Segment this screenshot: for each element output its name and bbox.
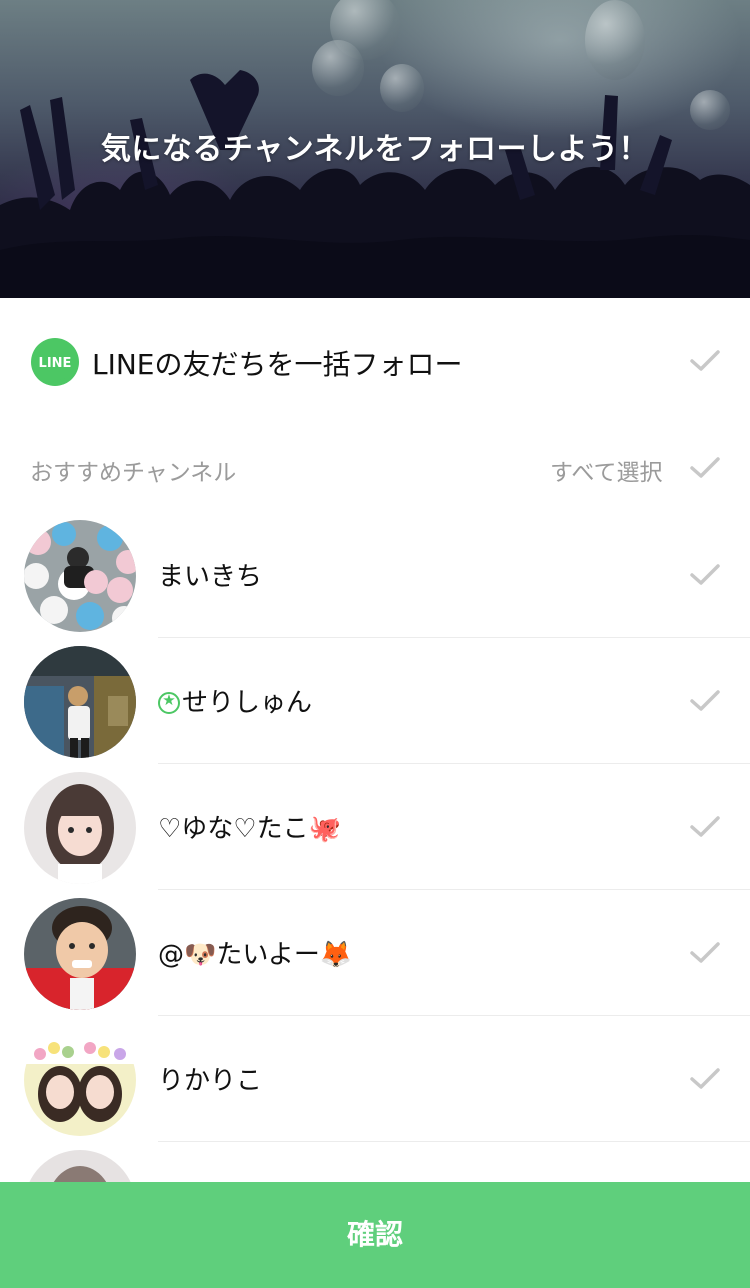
channel-row[interactable]: せりしゅん <box>0 638 750 764</box>
bulk-follow-row[interactable]: LINE LINEの友だちを一括フォロー <box>0 320 750 404</box>
official-star-icon <box>158 691 180 714</box>
line-logo-text: LINE <box>39 356 72 371</box>
confirm-button[interactable]: 確認 <box>0 1182 750 1288</box>
select-all-check-icon[interactable] <box>690 457 720 479</box>
channel-row[interactable]: ♡ゆな♡たこ🐙 <box>0 764 750 890</box>
channel-name: ♡ゆな♡たこ🐙 <box>158 814 341 844</box>
channel-name-text: せりしゅん <box>182 688 313 718</box>
channel-name: まいきち <box>158 562 263 592</box>
select-all-label[interactable]: すべて選択 <box>550 453 662 487</box>
channel-row[interactable]: まいきち <box>0 512 750 638</box>
channel-check-icon[interactable] <box>690 564 720 586</box>
avatar <box>24 898 136 1010</box>
hero-banner: 気になるチャンネルをフォローしよう！ <box>0 0 750 298</box>
channel-row[interactable]: りかりこ <box>0 1016 750 1142</box>
bulk-follow-check-icon[interactable] <box>690 350 720 372</box>
section-title: おすすめチャンネル <box>30 460 237 486</box>
avatar <box>24 772 136 884</box>
avatar <box>24 520 136 632</box>
recommended-section-header: おすすめチャンネル すべて選択 <box>0 446 750 490</box>
avatar <box>24 1024 136 1136</box>
channel-check-icon[interactable] <box>690 1068 720 1090</box>
channel-name: りかりこ <box>158 1066 263 1096</box>
channel-check-icon[interactable] <box>690 816 720 838</box>
channel-check-icon[interactable] <box>690 690 720 712</box>
channel-name: @🐶たいよー🦊 <box>158 940 353 970</box>
line-logo: LINE <box>30 338 80 388</box>
bulk-follow-label: LINEの友だちを一括フォロー <box>92 348 463 381</box>
avatar <box>24 646 136 758</box>
channel-check-icon[interactable] <box>690 942 720 964</box>
hero-title: 気になるチャンネルをフォローしよう！ <box>100 132 650 167</box>
channel-name: せりしゅん <box>158 682 312 719</box>
channel-row[interactable]: @🐶たいよー🦊 <box>0 890 750 1016</box>
